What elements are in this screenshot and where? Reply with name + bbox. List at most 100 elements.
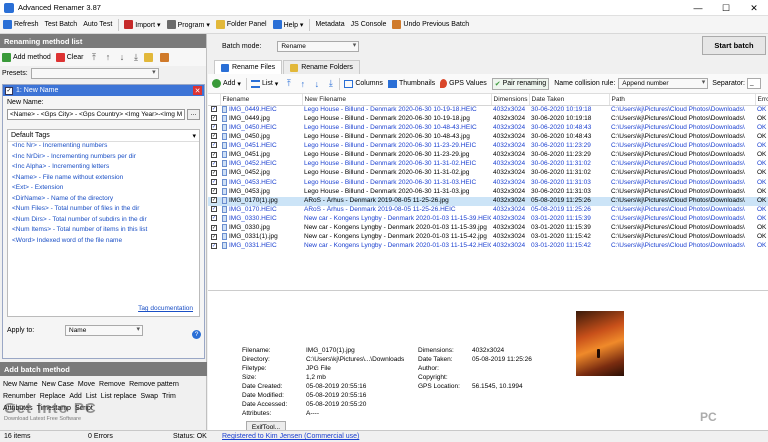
tags-category-select[interactable]: Default Tags ▾ xyxy=(8,130,199,142)
row-checkbox[interactable]: ✓ xyxy=(211,169,217,176)
menu-js-console[interactable]: JS Console xyxy=(351,21,387,28)
new-name-input[interactable]: <Name> - <Gps City> - <Gps Country> <Img… xyxy=(7,109,185,120)
menu-folder-panel[interactable]: Folder Panel xyxy=(215,20,267,29)
table-row[interactable]: ✓ IMG_0452.jpg Lego House - Billund - Denm… xyxy=(208,169,768,178)
table-row[interactable]: ✓ IMG_0331.HEIC New car - Kongens Lyngby -… xyxy=(208,242,768,251)
row-checkbox[interactable]: ✓ xyxy=(211,178,217,185)
batch-method-list[interactable]: List xyxy=(86,393,97,400)
minimize-button[interactable]: — xyxy=(684,0,712,16)
table-row[interactable]: ✓ IMG_0170.HEIC ARoS - Århus - Denmark 201… xyxy=(208,205,768,215)
start-batch-button[interactable]: Start batch xyxy=(702,36,766,55)
columns-button[interactable]: Columns xyxy=(344,79,383,88)
method-title-bar[interactable]: ✓ 1: New Name ✕ xyxy=(3,85,204,96)
menu-program[interactable]: Program ▾ xyxy=(166,20,210,29)
table-row[interactable]: ✓ IMG_0449.jpg Lego House - Billund - Denm… xyxy=(208,114,768,124)
table-row[interactable]: ✓ IMG_0453.HEIC Lego House - Billund - Den… xyxy=(208,178,768,188)
pair-renaming-toggle[interactable]: ✔ Pair renaming xyxy=(491,77,550,90)
registration-link[interactable]: Registered to Kim Jensen (Commercial use… xyxy=(222,433,359,440)
table-row[interactable]: ✓ IMG_0330.HEIC New car - Kongens Lyngby -… xyxy=(208,215,768,224)
separator-input[interactable]: _ xyxy=(746,78,761,89)
batch-method-move[interactable]: Move xyxy=(78,381,95,388)
save-preset-button[interactable] xyxy=(160,52,171,62)
row-checkbox[interactable]: ✓ xyxy=(211,242,217,249)
row-checkbox[interactable]: ✓ xyxy=(211,151,217,158)
row-checkbox[interactable]: ✓ xyxy=(211,115,217,122)
batch-method-swap[interactable]: Swap xyxy=(141,393,159,400)
table-row[interactable]: ✓ IMG_0452.HEIC Lego House - Billund - Den… xyxy=(208,160,768,169)
batch-mode-select[interactable]: Rename xyxy=(277,40,360,52)
batch-method-list-replace[interactable]: List replace xyxy=(101,393,137,400)
menu-help[interactable]: Help ▾ xyxy=(272,20,303,29)
help-icon[interactable]: ? xyxy=(192,330,201,339)
tag-item[interactable]: <Word> Indexed word of the file name xyxy=(8,237,199,248)
batch-method-trim[interactable]: Trim xyxy=(162,393,176,400)
table-row[interactable]: ✓ IMG_0451.jpg Lego House - Billund - Denm… xyxy=(208,151,768,160)
batch-method-new-case[interactable]: New Case xyxy=(42,381,74,388)
menu-auto-test[interactable]: Auto Test xyxy=(83,21,112,28)
tab-rename-files[interactable]: Rename Files xyxy=(214,60,283,74)
close-button[interactable]: ✕ xyxy=(740,0,768,16)
column-header-new-filename[interactable]: New Filename xyxy=(302,94,492,106)
move-bottom-icon[interactable]: ⤓ xyxy=(130,51,141,63)
thumbnails-button[interactable]: Thumbnails xyxy=(387,79,435,88)
apply-to-select[interactable]: Name xyxy=(65,325,143,336)
move-up-icon[interactable]: ↑ xyxy=(102,51,113,63)
open-folder-button[interactable] xyxy=(144,52,155,62)
row-checkbox[interactable]: ✓ xyxy=(211,206,217,213)
table-row[interactable]: ✓ IMG_0450.jpg Lego House - Billund - Denm… xyxy=(208,132,768,142)
table-row[interactable]: ✓ IMG_0330.jpg New car - Kongens Lyngby - … xyxy=(208,224,768,233)
row-checkbox[interactable]: ✓ xyxy=(211,142,217,149)
tag-item[interactable]: <Inc Nr> - Incrementing numbers xyxy=(8,142,199,153)
table-row[interactable]: ✓ IMG_0451.HEIC Lego House - Billund - Den… xyxy=(208,142,768,151)
list-button[interactable]: List ▾ xyxy=(250,79,278,88)
column-header-filename[interactable]: Filename xyxy=(220,94,303,106)
move-up-icon[interactable]: ↑ xyxy=(297,78,308,90)
move-top-icon[interactable]: ⤒ xyxy=(88,51,99,63)
remove-method-icon[interactable]: ✕ xyxy=(193,86,202,95)
table-row[interactable]: ✓ IMG_0450.HEIC Lego House - Billund - Den… xyxy=(208,123,768,133)
tag-item[interactable]: <Num Items> - Total number of items in t… xyxy=(8,226,199,237)
menu-refresh[interactable]: Refresh xyxy=(3,20,39,29)
tag-item[interactable]: <Ext> - Extension xyxy=(8,184,199,195)
batch-method-renumber[interactable]: Renumber xyxy=(3,393,36,400)
tag-item[interactable]: <Num Dirs> - Total number of subdirs in … xyxy=(8,216,199,227)
menu-import[interactable]: Import ▾ xyxy=(124,20,161,29)
table-row[interactable]: ✓ IMG_0331(1).jpg New car - Kongens Lyngby… xyxy=(208,233,768,242)
column-header-date-taken[interactable]: Date Taken xyxy=(529,94,610,106)
row-checkbox[interactable]: ✓ xyxy=(211,215,217,222)
tag-item[interactable]: <Inc NrDir> - Incrementing numbers per d… xyxy=(8,153,199,164)
table-row[interactable]: ✓ IMG_0449.HEIC Lego House - Billund - Den… xyxy=(208,105,768,115)
tag-item[interactable]: <Name> - File name without extension xyxy=(8,174,199,185)
method-enabled-checkbox[interactable]: ✓ xyxy=(5,86,13,95)
move-top-icon[interactable]: ⤒ xyxy=(283,78,294,90)
tag-item[interactable]: <Num Files> - Total number of files in t… xyxy=(8,205,199,216)
column-header-dimensions[interactable]: Dimensions xyxy=(491,94,530,106)
add-files-button[interactable]: Add ▾ xyxy=(212,79,241,88)
clear-button[interactable]: Clear xyxy=(55,52,83,62)
row-checkbox[interactable]: ✓ xyxy=(211,160,217,167)
menu-metadata[interactable]: Metadata xyxy=(315,21,344,28)
batch-method-remove-pattern[interactable]: Remove pattern xyxy=(129,381,179,388)
row-checkbox[interactable]: ✓ xyxy=(211,124,217,131)
row-checkbox[interactable]: ✓ xyxy=(211,233,217,240)
move-bottom-icon[interactable]: ⤓ xyxy=(325,78,336,90)
row-checkbox[interactable]: ✓ xyxy=(211,105,217,112)
move-down-icon[interactable]: ↓ xyxy=(116,51,127,63)
row-checkbox[interactable]: ✓ xyxy=(211,224,217,231)
tab-rename-folders[interactable]: Rename Folders xyxy=(283,60,360,74)
tag-item[interactable]: <DirName> - Name of the directory xyxy=(8,195,199,206)
column-header-error[interactable]: Error xyxy=(755,94,768,106)
gps-values-button[interactable]: GPS Values xyxy=(440,79,487,88)
menu-test-batch[interactable]: Test Batch xyxy=(45,21,78,28)
batch-method-new-name[interactable]: New Name xyxy=(3,381,38,388)
move-down-icon[interactable]: ↓ xyxy=(311,78,322,90)
batch-method-remove[interactable]: Remove xyxy=(99,381,125,388)
row-checkbox[interactable]: ✓ xyxy=(211,188,217,195)
row-checkbox[interactable]: ✓ xyxy=(211,133,217,140)
menu-undo-previous-batch[interactable]: Undo Previous Batch xyxy=(392,20,469,29)
tag-documentation-link[interactable]: Tag documentation xyxy=(138,305,193,312)
table-row[interactable]: ✓ IMG_0170(1).jpg ARoS - Århus - Denmark 2… xyxy=(208,196,768,206)
column-header-path[interactable]: Path xyxy=(609,94,756,106)
name-collision-select[interactable]: Append number xyxy=(618,78,709,89)
row-checkbox[interactable]: ✓ xyxy=(211,197,217,204)
